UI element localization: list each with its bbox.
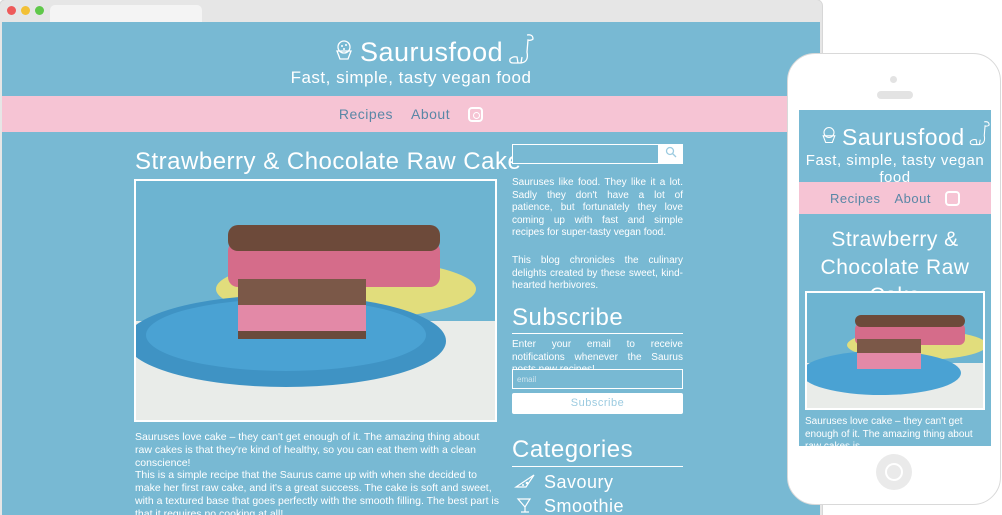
category-label: Smoothie — [544, 496, 625, 515]
phone-home-button[interactable] — [876, 454, 912, 490]
maximize-window-icon[interactable] — [35, 6, 44, 15]
mobile-nav-item-about[interactable]: About — [894, 191, 930, 206]
phone-frame: Saurusfood Fast, simple, tasty vegan foo… — [787, 53, 1001, 505]
desktop-browser-window: Saurusfood Fast, simple, tasty vegan foo… — [0, 0, 822, 515]
dinosaur-logo-icon — [968, 118, 991, 156]
category-label: Savoury — [544, 472, 614, 492]
mobile-nav: Recipes About — [799, 182, 991, 214]
mobile-tagline: Fast, simple, tasty vegan food — [805, 152, 985, 186]
mobile-post-excerpt: Sauruses love cake – they can't get enou… — [805, 416, 973, 446]
subscribe-button[interactable]: Subscribe — [512, 393, 683, 414]
phone-speaker — [877, 91, 913, 99]
mobile-site-title: Saurusfood — [842, 123, 965, 150]
search-button[interactable] — [659, 144, 683, 164]
pizza-slice-icon — [514, 471, 536, 494]
subscribe-divider — [512, 333, 683, 334]
post-image-cake — [134, 179, 497, 422]
nav-item-recipes[interactable]: Recipes — [339, 106, 393, 122]
mobile-brand[interactable]: Saurusfood — [819, 118, 991, 156]
search-box — [512, 144, 683, 164]
categories-heading: Categories — [512, 436, 634, 463]
category-item-savoury[interactable]: Savoury — [514, 471, 614, 494]
cupcake-logo-icon — [819, 124, 839, 151]
site-viewport: Saurusfood Fast, simple, tasty vegan foo… — [2, 22, 820, 515]
post-title[interactable]: Strawberry & Chocolate Raw Cake — [135, 148, 521, 176]
browser-tab[interactable] — [50, 5, 202, 22]
post-paragraph-1: Sauruses love cake – they can't get enou… — [135, 431, 480, 469]
dinosaur-logo-icon — [507, 32, 539, 73]
browser-toolbar — [0, 0, 822, 22]
search-icon — [665, 145, 677, 163]
sidebar-about-2: This blog chronicles the culinary deligh… — [512, 255, 683, 291]
cocktail-glass-icon — [514, 495, 536, 515]
categories-divider — [512, 466, 683, 467]
instagram-icon[interactable] — [468, 106, 484, 122]
site-title: Saurusfood — [360, 36, 504, 67]
post-paragraph-2: This is a simple recipe that the Saurus … — [135, 469, 499, 515]
phone-camera — [890, 76, 897, 83]
site-header: Saurusfood Fast, simple, tasty vegan foo… — [2, 22, 820, 94]
subscribe-heading: Subscribe — [512, 304, 624, 331]
close-window-icon[interactable] — [7, 6, 16, 15]
category-item-smoothie[interactable]: Smoothie — [514, 495, 624, 515]
nav-item-about[interactable]: About — [411, 106, 450, 122]
main-nav: Recipes About — [2, 96, 820, 132]
minimize-window-icon[interactable] — [21, 6, 30, 15]
mobile-nav-item-recipes[interactable]: Recipes — [830, 191, 880, 206]
sidebar-about-1: Sauruses like food. They like it a lot. … — [512, 177, 683, 238]
mobile-viewport: Saurusfood Fast, simple, tasty vegan foo… — [799, 110, 991, 446]
cupcake-logo-icon — [332, 38, 356, 67]
email-field[interactable]: email — [512, 369, 683, 389]
search-input[interactable] — [512, 144, 659, 164]
mobile-post-image-cake — [805, 291, 985, 410]
site-tagline: Fast, simple, tasty vegan food — [290, 68, 532, 87]
brand[interactable]: Saurusfood — [332, 32, 539, 73]
instagram-icon[interactable] — [944, 190, 960, 206]
